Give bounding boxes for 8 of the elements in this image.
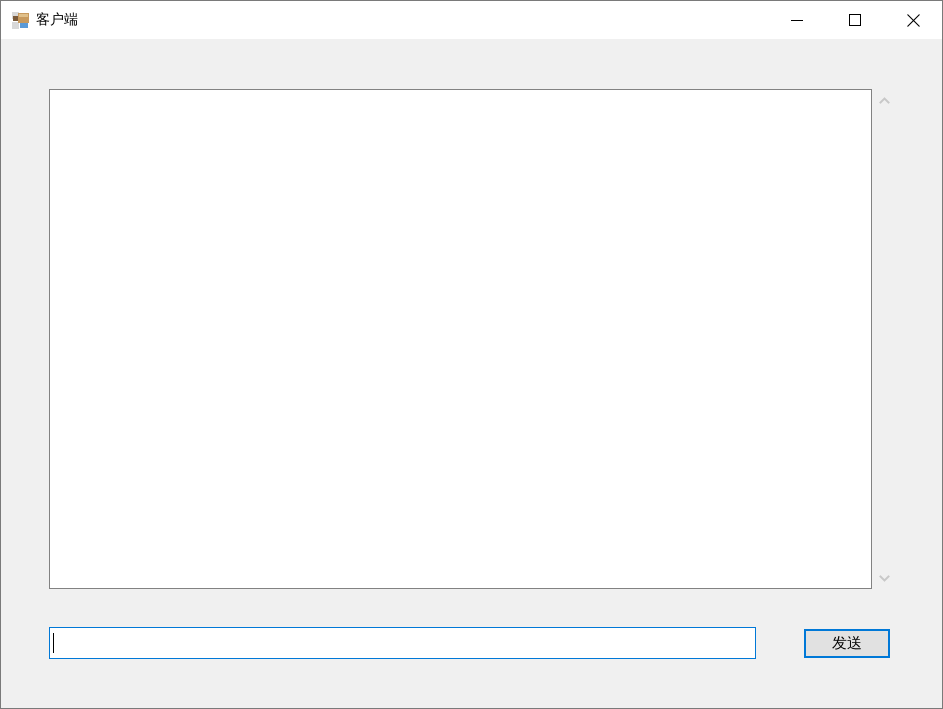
text-cursor-icon: [53, 633, 54, 653]
close-icon: [906, 14, 920, 26]
message-log[interactable]: [49, 89, 872, 589]
send-button[interactable]: 发送: [804, 628, 890, 658]
window-title: 客户端: [36, 11, 78, 29]
app-icon: [12, 12, 29, 28]
message-input-field[interactable]: [49, 627, 756, 659]
maximize-icon: [849, 14, 861, 26]
